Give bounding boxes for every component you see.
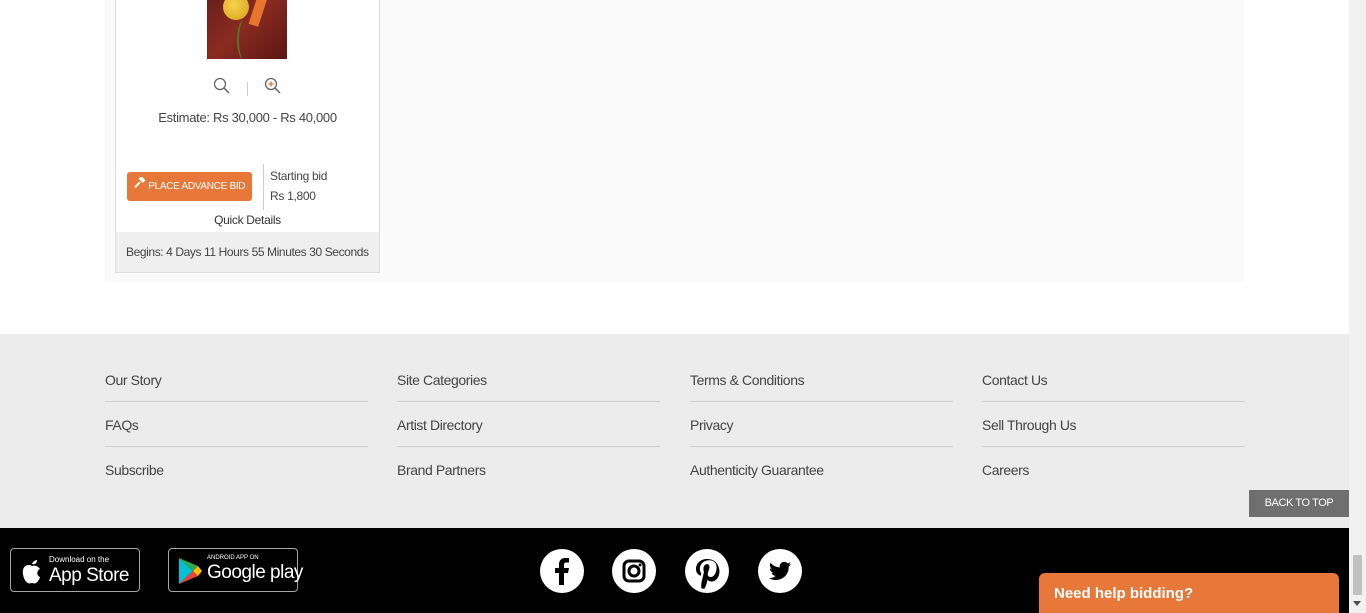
- quick-details-link[interactable]: Quick Details: [116, 213, 379, 227]
- starting-bid-label: Starting bid: [270, 169, 328, 183]
- footer-links: Our Story FAQs Subscribe Site Categories…: [0, 334, 1349, 528]
- search-icon[interactable]: [213, 77, 231, 95]
- scrollbar[interactable]: [1349, 0, 1366, 613]
- lot-card: Estimate: Rs 30,000 - Rs 40,000 PLACE AD…: [115, 0, 380, 273]
- footer-column-1: Our Story FAQs Subscribe: [105, 357, 368, 492]
- footer-column-2: Site Categories Artist Directory Brand P…: [397, 357, 660, 492]
- lot-tools: [116, 77, 379, 96]
- begins-countdown: Begins: 4 Days 11 Hours 55 Minutes 30 Se…: [116, 232, 379, 272]
- instagram-icon[interactable]: [612, 549, 656, 593]
- need-help-bidding-tab[interactable]: Need help bidding?: [1039, 573, 1339, 613]
- zoom-in-icon[interactable]: [264, 77, 282, 95]
- pinterest-icon[interactable]: [685, 549, 729, 593]
- starting-bid-value: Rs 1,800: [270, 189, 316, 203]
- lot-image[interactable]: [207, 0, 287, 59]
- footer-link-site-categories[interactable]: Site Categories: [397, 357, 660, 402]
- footer-link-artist-directory[interactable]: Artist Directory: [397, 402, 660, 447]
- tool-divider: [247, 82, 248, 96]
- place-advance-bid-button[interactable]: PLACE ADVANCE BID: [127, 172, 252, 201]
- footer-link-careers[interactable]: Careers: [982, 447, 1245, 492]
- facebook-icon[interactable]: [540, 549, 584, 593]
- lot-estimate: Estimate: Rs 30,000 - Rs 40,000: [158, 110, 337, 125]
- twitter-icon[interactable]: [758, 549, 802, 593]
- google-play-icon: [177, 557, 203, 590]
- bid-divider: [263, 164, 264, 210]
- footer-link-sell[interactable]: Sell Through Us: [982, 402, 1245, 447]
- app-store-badge[interactable]: Download on the App Store: [10, 548, 140, 592]
- appstore-big-text: App Store: [49, 565, 130, 586]
- play-big-text: Google play: [207, 562, 303, 583]
- footer-link-faqs[interactable]: FAQs: [105, 402, 368, 447]
- google-play-badge[interactable]: ANDROID APP ON Google play: [168, 548, 303, 592]
- page: Estimate: Rs 30,000 - Rs 40,000 PLACE AD…: [0, 0, 1366, 613]
- bottom-bar: Download on the App Store ANDROID APP ON…: [0, 528, 1349, 613]
- bid-button-label: PLACE ADVANCE BID: [148, 181, 246, 193]
- play-small-text: ANDROID APP ON: [207, 555, 259, 561]
- footer-link-our-story[interactable]: Our Story: [105, 357, 368, 402]
- gavel-icon: [134, 172, 146, 201]
- scrollbar-thumb[interactable]: [1353, 555, 1362, 595]
- footer-link-brand-partners[interactable]: Brand Partners: [397, 447, 660, 492]
- footer-column-3: Terms & Conditions Privacy Authenticity …: [690, 357, 953, 492]
- scroll-down-arrow[interactable]: [1353, 601, 1361, 606]
- footer-column-4: Contact Us Sell Through Us Careers: [982, 357, 1245, 492]
- appstore-small-text: Download on the: [49, 555, 110, 564]
- footer-link-privacy[interactable]: Privacy: [690, 402, 953, 447]
- back-to-top-button[interactable]: BACK TO TOP: [1249, 490, 1349, 517]
- apple-icon: [19, 556, 45, 591]
- footer-link-authenticity[interactable]: Authenticity Guarantee: [690, 447, 953, 492]
- footer-link-contact[interactable]: Contact Us: [982, 357, 1245, 402]
- footer-link-terms[interactable]: Terms & Conditions: [690, 357, 953, 402]
- footer-link-subscribe[interactable]: Subscribe: [105, 447, 368, 492]
